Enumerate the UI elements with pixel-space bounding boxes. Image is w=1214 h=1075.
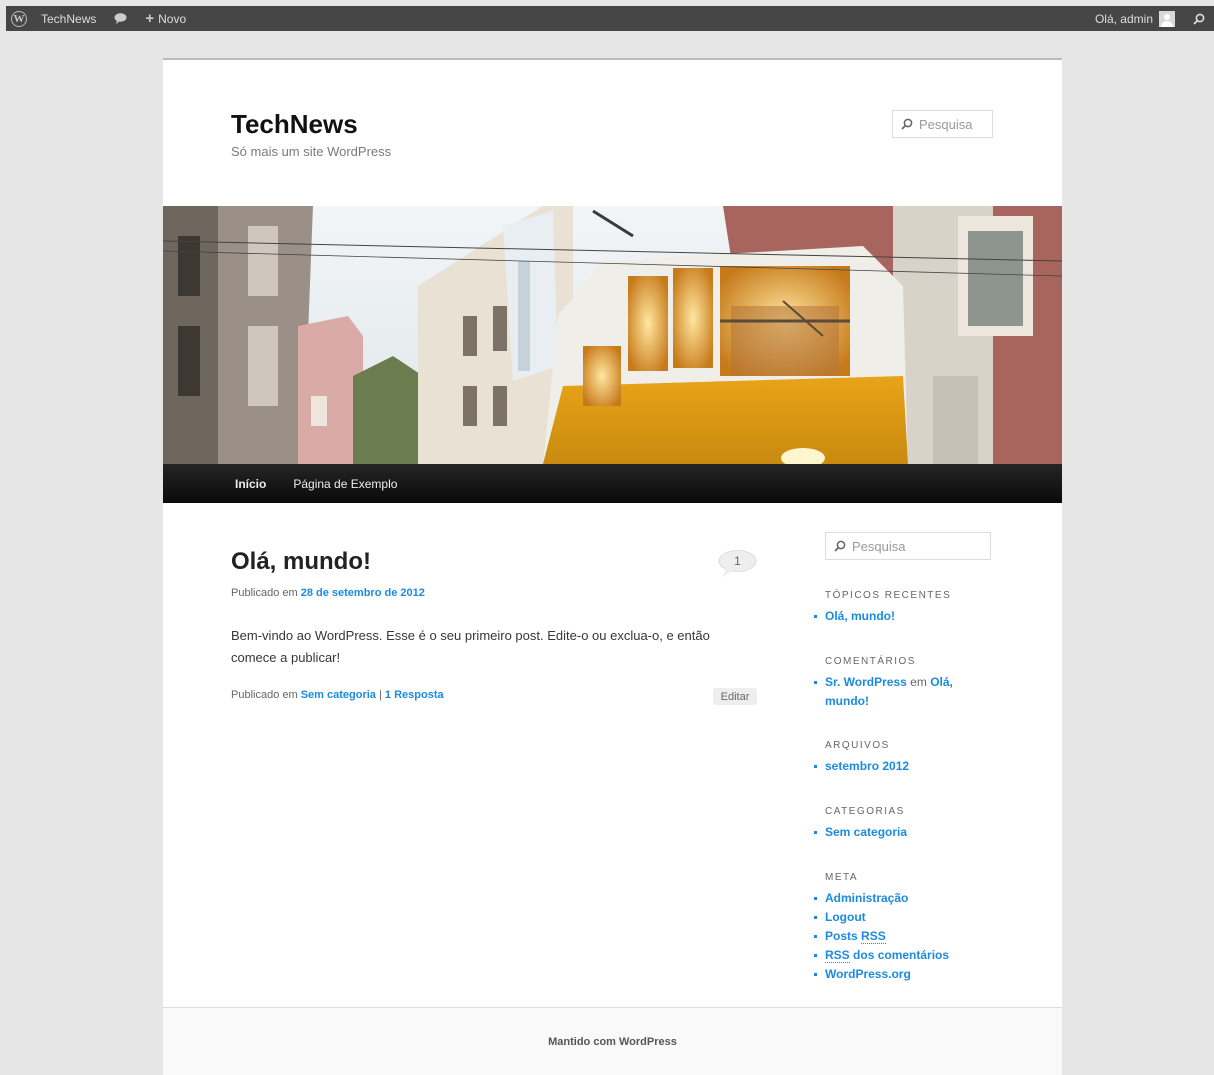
- widget-title-meta: Meta: [825, 872, 859, 883]
- post-footer-prefix: Publicado em: [231, 689, 298, 701]
- meta-posts-label: Posts: [825, 929, 858, 943]
- meta-link-posts-rss[interactable]: Posts RSS: [825, 929, 886, 944]
- nav-item-pagina-de-exemplo[interactable]: Página de Exemplo: [293, 477, 397, 491]
- avatar: [1159, 10, 1175, 27]
- meta-link-comments-rss[interactable]: RSS dos comentários: [825, 948, 949, 963]
- post-content: Bem-vindo ao WordPress. Esse é o seu pri…: [231, 628, 710, 665]
- list-item: Posts RSS: [814, 927, 964, 946]
- meta-link-logout[interactable]: Logout: [825, 910, 866, 924]
- widget-title-comments: Comentários: [825, 656, 916, 667]
- meta-link-admin[interactable]: Administração: [825, 891, 908, 905]
- admin-bar-search-icon[interactable]: [1184, 6, 1214, 31]
- footer-credit-link[interactable]: Mantido com WordPress: [163, 1036, 1062, 1048]
- categories-list: Sem categoria: [814, 823, 964, 842]
- list-item: Administração: [814, 889, 964, 908]
- post-replies-link[interactable]: 1 Resposta: [385, 689, 444, 701]
- widget-title-categories: Categorias: [825, 806, 905, 817]
- search-icon: [901, 118, 913, 130]
- nav-item-inicio[interactable]: Início: [235, 477, 266, 491]
- list-item: Olá, mundo!: [814, 607, 964, 626]
- recent-comments-list: Sr. WordPress em Olá, mundo!: [814, 673, 964, 711]
- list-item: setembro 2012: [814, 757, 964, 776]
- archives-list: setembro 2012: [814, 757, 964, 776]
- post-category-link[interactable]: Sem categoria: [301, 689, 376, 701]
- list-item: Sr. WordPress em Olá, mundo!: [814, 673, 964, 711]
- category-link[interactable]: Sem categoria: [825, 825, 907, 839]
- comment-connector: em: [910, 675, 927, 689]
- post-title[interactable]: Olá, mundo!: [231, 548, 371, 576]
- header-search-input[interactable]: Pesquisa: [892, 110, 993, 138]
- wordpress-logo-icon[interactable]: W: [6, 6, 32, 31]
- widget-title-archives: Arquivos: [825, 740, 890, 751]
- admin-bar-site-name[interactable]: TechNews: [32, 6, 105, 31]
- sidebar-search-placeholder: Pesquisa: [852, 538, 906, 554]
- plus-icon: +: [145, 10, 155, 27]
- list-item: RSS dos comentários: [814, 946, 964, 965]
- rss-abbr: RSS: [861, 929, 886, 944]
- my-account-menu[interactable]: Olá, admin: [1086, 6, 1184, 31]
- site-footer: Mantido com WordPress: [163, 1007, 1062, 1075]
- new-content-label: Novo: [158, 11, 187, 26]
- recent-posts-list: Olá, mundo!: [814, 607, 964, 626]
- site-description: Só mais um site WordPress: [231, 144, 392, 159]
- comment-count: 1: [734, 554, 741, 568]
- edit-post-button[interactable]: Editar: [713, 688, 757, 705]
- recent-post-link[interactable]: Olá, mundo!: [825, 609, 895, 623]
- meta-list: Administração Logout Posts RSS RSS dos c…: [814, 889, 964, 984]
- rss-abbr: RSS: [825, 948, 850, 963]
- archive-link[interactable]: setembro 2012: [825, 759, 909, 773]
- list-item: Sem categoria: [814, 823, 964, 842]
- post-footer-meta: Publicado em Sem categoria | 1 Resposta: [231, 689, 444, 701]
- widget-title-recent-posts: Tópicos recentes: [825, 590, 952, 601]
- main-navigation: Início Página de Exemplo: [163, 464, 1062, 503]
- sidebar-search-input[interactable]: Pesquisa: [825, 532, 991, 560]
- comment-count-bubble[interactable]: 1: [718, 550, 757, 577]
- site-title[interactable]: TechNews: [231, 109, 358, 140]
- post-date-link[interactable]: 28 de setembro de 2012: [301, 587, 425, 599]
- header-search-placeholder: Pesquisa: [919, 116, 973, 132]
- list-item: WordPress.org: [814, 965, 964, 984]
- meta-comments-label: dos comentários: [853, 948, 950, 962]
- post-footer-separator: |: [378, 689, 382, 701]
- search-icon: [834, 540, 846, 552]
- page-container: TechNews Só mais um site WordPress Pesqu…: [163, 58, 1062, 1075]
- post-meta-prefix: Publicado em: [231, 587, 298, 599]
- post-meta: Publicado em 28 de setembro de 2012: [231, 587, 425, 599]
- admin-bar: W TechNews + Novo Olá, admin: [6, 6, 1214, 31]
- header-image: [163, 206, 1062, 464]
- new-content-button[interactable]: + Novo: [136, 6, 195, 31]
- admin-greeting: Olá, admin: [1094, 11, 1153, 26]
- comments-icon[interactable]: [105, 6, 136, 31]
- meta-link-wordpress-org[interactable]: WordPress.org: [825, 967, 911, 981]
- comment-author-link[interactable]: Sr. WordPress: [825, 675, 907, 689]
- list-item: Logout: [814, 908, 964, 927]
